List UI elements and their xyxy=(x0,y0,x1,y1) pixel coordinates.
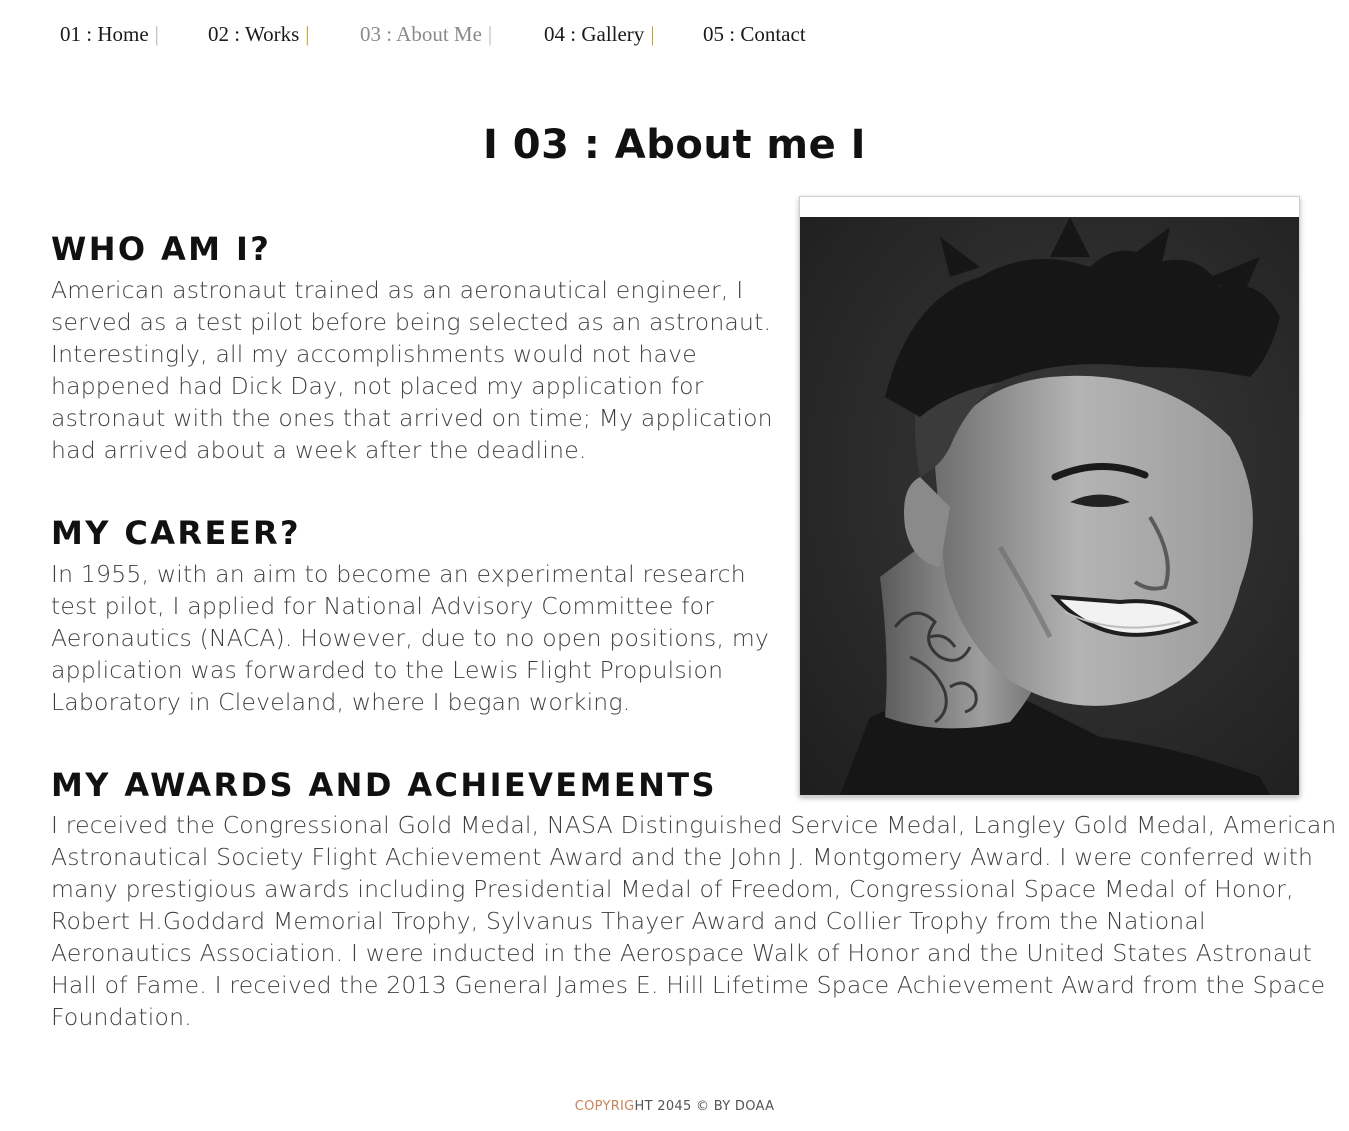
awards-heading: MY AWARDS AND ACHIEVEMENTS xyxy=(51,766,717,804)
who-am-i-heading: WHO AM I? xyxy=(51,230,272,268)
who-am-i-text: American astronaut trained as an aeronau… xyxy=(51,276,773,464)
nav-item-contact[interactable]: 05 : Contact xyxy=(703,22,806,47)
nav-item-label: 04 : Gallery xyxy=(544,22,645,46)
nav-item-home[interactable]: 01 : Home | xyxy=(60,22,159,47)
nav-item-works[interactable]: 02 : Works | xyxy=(208,22,309,47)
nav-item-label: 05 : Contact xyxy=(703,22,806,46)
footer-copyright: COPYRIGHT 2045 © BY DOAA xyxy=(0,1099,1349,1114)
nav-item-gallery[interactable]: 04 : Gallery | xyxy=(544,22,655,47)
my-career-heading: MY CAREER? xyxy=(51,514,301,552)
page-title: I 03 : About me I xyxy=(482,122,867,168)
nav-item-about-me[interactable]: 03 : About Me | xyxy=(360,22,492,47)
awards-text: I received the Congressional Gold Medal,… xyxy=(51,811,1337,1031)
nav-separator: | xyxy=(305,22,310,46)
nav-item-label: 02 : Works xyxy=(208,22,300,46)
nav-item-label: 03 : About Me xyxy=(360,22,482,46)
nav-separator: | xyxy=(487,22,493,46)
my-career-text: In 1955, with an aim to become an experi… xyxy=(51,560,770,716)
footer-copyright-rest: HT 2045 © BY DOAA xyxy=(634,1099,775,1114)
nav-separator: | xyxy=(650,22,655,46)
portrait-frame xyxy=(799,196,1300,796)
footer-copyright-accent: COPYRIG xyxy=(574,1099,635,1114)
portrait-illustration xyxy=(800,217,1299,795)
portrait-photo xyxy=(800,217,1299,795)
nav-item-label: 01 : Home xyxy=(60,22,149,46)
nav-separator: | xyxy=(154,22,159,46)
